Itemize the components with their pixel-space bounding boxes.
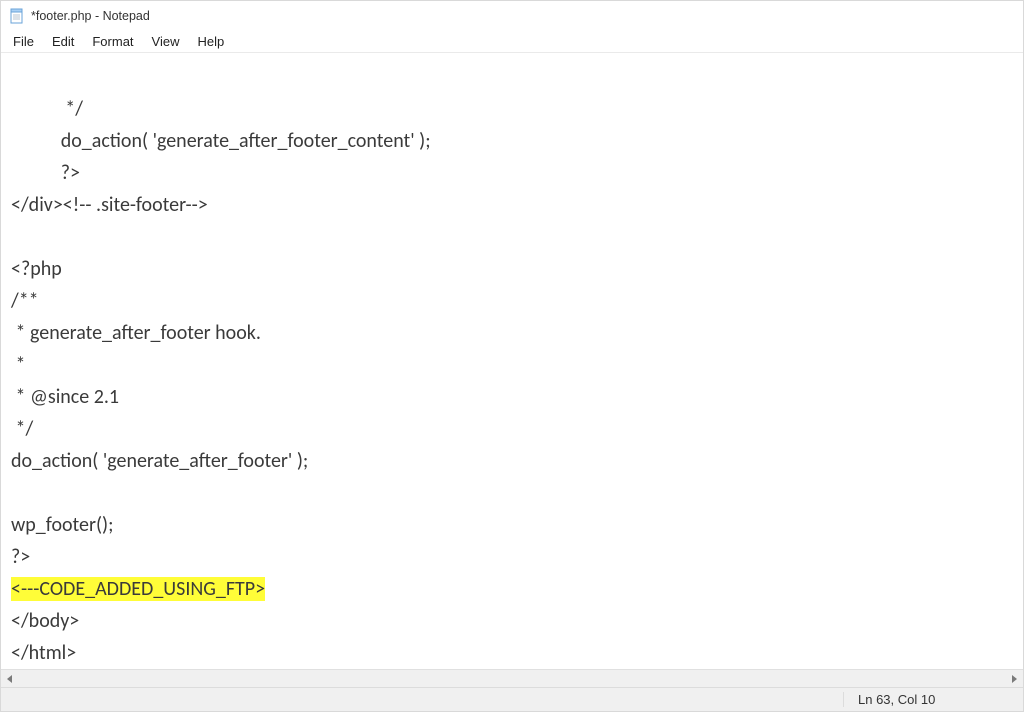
menu-format[interactable]: Format <box>84 32 141 51</box>
status-position: Ln 63, Col 10 <box>843 692 963 707</box>
code-line-highlighted: <---CODE_ADDED_USING_FTP> <box>11 577 265 601</box>
code-line: <?php <box>11 257 62 281</box>
menu-file[interactable]: File <box>5 32 42 51</box>
menu-help[interactable]: Help <box>189 32 232 51</box>
scroll-left-icon[interactable] <box>1 670 19 688</box>
scroll-track[interactable] <box>19 670 1005 687</box>
code-line: ?> <box>11 161 80 185</box>
scroll-right-icon[interactable] <box>1005 670 1023 688</box>
menu-view[interactable]: View <box>144 32 188 51</box>
editor-area: */ do_action( 'generate_after_footer_con… <box>1 53 1023 687</box>
title-bar: *footer.php - Notepad <box>1 1 1023 31</box>
code-line: do_action( 'generate_after_footer_conten… <box>11 129 431 153</box>
code-line: wp_footer(); <box>11 513 113 537</box>
status-bar: Ln 63, Col 10 <box>1 687 1023 711</box>
code-line: * @since 2.1 <box>11 385 119 409</box>
notepad-window: *footer.php - Notepad File Edit Format V… <box>0 0 1024 712</box>
code-line: </div><!-- .site-footer--> <box>11 193 208 217</box>
code-line: ?> <box>11 545 30 569</box>
notepad-icon <box>9 8 25 24</box>
code-line: /** <box>11 289 39 313</box>
code-line: </body> <box>11 609 79 633</box>
code-line: </html> <box>11 641 76 665</box>
code-line: * <box>11 353 25 377</box>
code-line: * generate_after_footer hook. <box>11 321 261 345</box>
code-line: */ <box>11 417 33 441</box>
horizontal-scrollbar[interactable] <box>1 669 1023 687</box>
menu-bar: File Edit Format View Help <box>1 31 1023 53</box>
text-editor[interactable]: */ do_action( 'generate_after_footer_con… <box>1 53 1023 669</box>
menu-edit[interactable]: Edit <box>44 32 82 51</box>
window-title: *footer.php - Notepad <box>31 9 150 23</box>
code-line: */ <box>11 97 83 121</box>
code-line: do_action( 'generate_after_footer' ); <box>11 449 308 473</box>
